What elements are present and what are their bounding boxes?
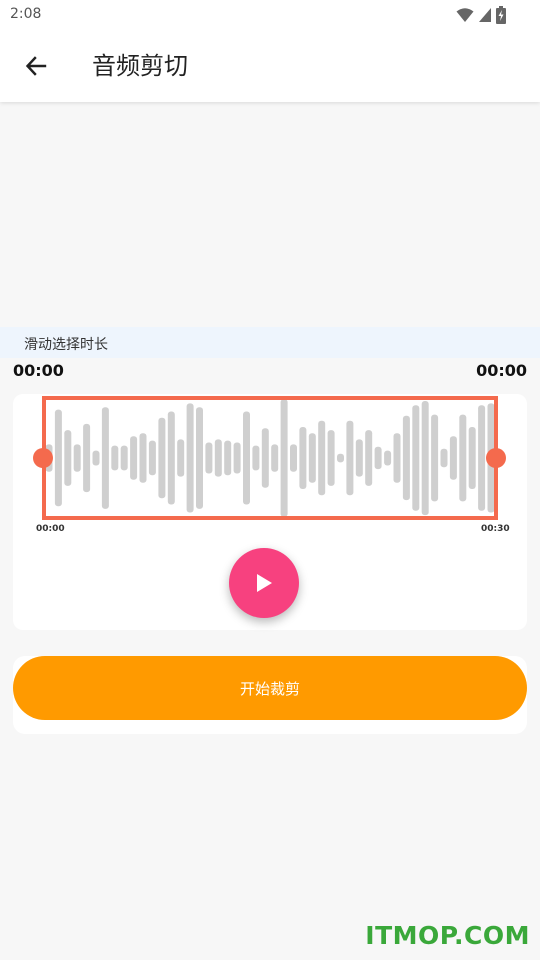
hint-text: 滑动选择时长 bbox=[24, 337, 108, 353]
play-button[interactable] bbox=[229, 548, 299, 618]
page-title: 音频剪切 bbox=[92, 52, 188, 80]
end-handle[interactable] bbox=[486, 448, 506, 468]
action-card: 开始裁剪 bbox=[13, 656, 527, 734]
selection-start-time: 00:00 bbox=[13, 361, 64, 380]
waveform-card: 00:00 00:30 bbox=[13, 394, 527, 630]
axis-start-label: 00:00 bbox=[36, 524, 65, 534]
status-bar: 2:08 bbox=[0, 0, 540, 30]
axis-end-label: 00:30 bbox=[481, 524, 510, 534]
play-icon bbox=[257, 574, 272, 592]
selection-range[interactable] bbox=[42, 396, 498, 520]
cell-signal-icon bbox=[479, 8, 491, 22]
status-icons bbox=[456, 6, 506, 24]
hint-bar: 滑动选择时长 bbox=[0, 327, 540, 358]
back-button[interactable] bbox=[14, 44, 58, 88]
app-bar: 音频剪切 bbox=[0, 30, 540, 102]
screen: 2:08 音频剪切 滑动选择时长 00:00 00:00 00:00 00:30… bbox=[0, 0, 540, 960]
start-crop-button[interactable]: 开始裁剪 bbox=[13, 656, 527, 720]
arrow-left-icon bbox=[25, 56, 47, 76]
top-bar: 2:08 音频剪切 bbox=[0, 0, 540, 102]
selection-end-time: 00:00 bbox=[476, 361, 527, 380]
start-handle[interactable] bbox=[33, 448, 53, 468]
watermark: ITMOP.COM bbox=[365, 921, 530, 950]
status-time: 2:08 bbox=[10, 6, 42, 22]
wifi-icon bbox=[456, 8, 474, 22]
battery-charging-icon bbox=[496, 6, 506, 24]
